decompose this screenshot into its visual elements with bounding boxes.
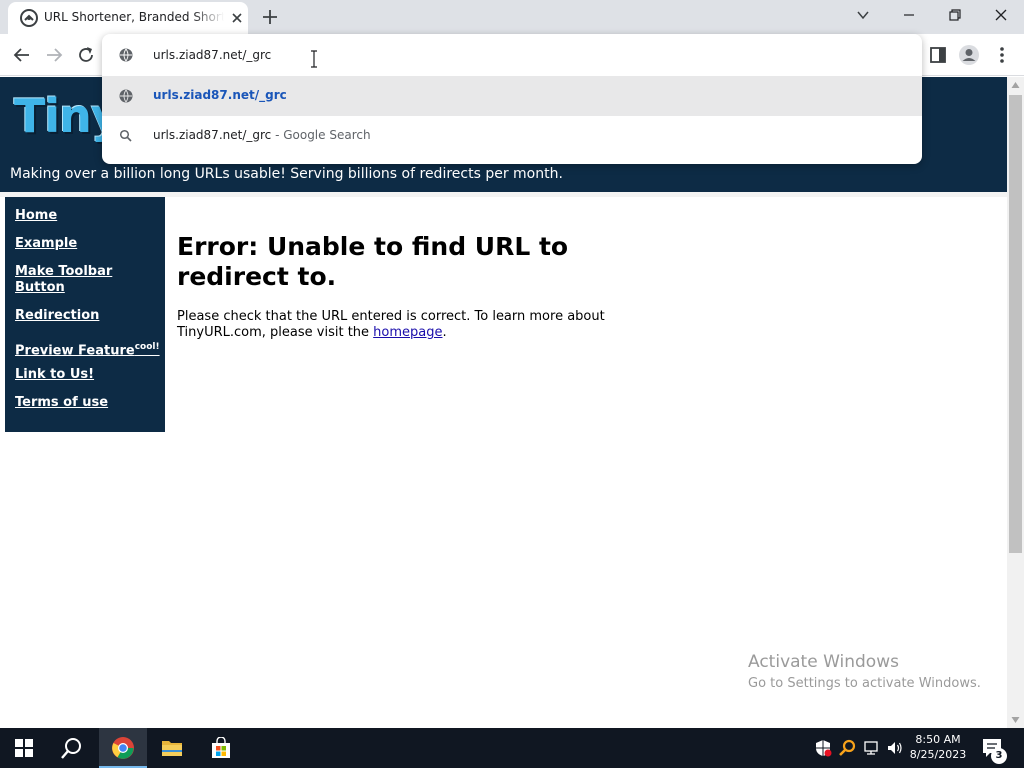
nav-link-home[interactable]: Home [15, 208, 163, 224]
system-clock[interactable]: 8:50 AM 8/25/2023 [905, 732, 971, 762]
clock-date: 8/25/2023 [909, 748, 967, 761]
minimize-window-icon[interactable] [886, 0, 932, 30]
back-arrow-icon[interactable] [11, 44, 33, 66]
suggestion-url[interactable]: urls.ziad87.net/_grc [102, 76, 922, 116]
notification-count-badge: 3 [991, 748, 1007, 764]
nav-link-link-to-us[interactable]: Link to Us! [15, 367, 163, 383]
security-shield-icon[interactable] [814, 739, 832, 757]
scroll-up-arrow-icon[interactable] [1011, 81, 1020, 89]
suggestion-search-subtext: - Google Search [271, 128, 371, 142]
globe-icon [119, 48, 133, 62]
reload-icon[interactable] [75, 44, 97, 66]
watermark-title: Activate Windows [748, 652, 899, 672]
network-icon[interactable] [862, 739, 880, 757]
omnibox-input-row [102, 34, 922, 76]
store-bag-icon [212, 737, 230, 758]
scroll-down-arrow-icon[interactable] [1011, 716, 1020, 724]
nav-link-preview-feature[interactable]: Preview Featurecool! [15, 339, 163, 359]
scrollbar-thumb[interactable] [1009, 95, 1022, 553]
activate-windows-watermark: Activate Windows Go to Settings to activ… [748, 652, 981, 691]
homepage-link[interactable]: homepage [373, 325, 442, 340]
cool-superscript: cool! [134, 342, 160, 352]
globe-icon [119, 89, 133, 103]
error-message: Please check that the URL entered is cor… [177, 309, 617, 341]
nav-link-terms-of-use[interactable]: Terms of use [15, 395, 163, 411]
taskbar-chrome-button[interactable] [99, 728, 147, 768]
chrome-icon [112, 737, 134, 759]
tab-title: URL Shortener, Branded Short Links & Ana… [44, 10, 224, 24]
error-heading: Error: Unable to find URL to redirect to… [177, 232, 569, 291]
windows-logo-icon [15, 739, 33, 757]
windows-start-button[interactable] [0, 728, 48, 768]
clock-time: 8:50 AM [915, 733, 961, 746]
error-message-end: . [442, 325, 447, 340]
watermark-subtitle: Go to Settings to activate Windows. [748, 676, 981, 691]
close-window-icon[interactable] [978, 0, 1024, 30]
side-panel-icon[interactable] [929, 46, 947, 64]
tab-search-chevron-icon[interactable] [840, 0, 886, 30]
tinyurl-favicon-icon [20, 9, 38, 27]
key-search-tray-icon[interactable] [838, 739, 856, 757]
nav-link-make-toolbar-button[interactable]: Make Toolbar Button [15, 264, 163, 296]
search-icon [61, 738, 81, 759]
nav-link-example[interactable]: Example [15, 236, 163, 252]
kebab-menu-icon[interactable] [996, 44, 1008, 66]
address-bar-input[interactable] [153, 46, 753, 64]
tab-close-icon[interactable] [230, 11, 244, 25]
search-icon [119, 129, 132, 142]
text-cursor-icon [311, 50, 317, 68]
suggestion-google-search[interactable]: urls.ziad87.net/_grc - Google Search [102, 116, 922, 156]
vertical-scrollbar[interactable] [1007, 77, 1024, 728]
browser-tab-tinyurl[interactable]: URL Shortener, Branded Short Links & Ana… [8, 2, 248, 34]
nav-link-redirection[interactable]: Redirection [15, 308, 163, 324]
taskbar-store-button[interactable] [197, 728, 245, 768]
suggestion-search-text: urls.ziad87.net/_grc [153, 128, 272, 142]
windows-taskbar: 8:50 AM 8/25/2023 3 [0, 728, 1024, 768]
suggestion-url-text: urls.ziad87.net/_grc [153, 88, 287, 102]
restore-window-icon[interactable] [932, 0, 978, 30]
taskbar-file-explorer-button[interactable] [148, 728, 196, 768]
profile-avatar-icon[interactable] [958, 44, 980, 66]
volume-icon[interactable] [886, 739, 904, 757]
folder-icon [162, 741, 182, 756]
new-tab-plus-icon[interactable] [259, 6, 281, 28]
forward-arrow-icon[interactable] [43, 44, 65, 66]
side-navigation: Home Example Make Toolbar Button Redirec… [5, 197, 165, 432]
site-tagline: Making over a billion long URLs usable! … [10, 166, 563, 182]
tab-strip: URL Shortener, Branded Short Links & Ana… [0, 0, 1024, 34]
page-viewport: TinyU Making over a billion long URLs us… [0, 77, 1007, 728]
nav-link-preview-label: Preview Feature [15, 343, 135, 359]
taskbar-search-button[interactable] [48, 728, 96, 768]
omnibox-dropdown: urls.ziad87.net/_grc urls.ziad87.net/_gr… [102, 34, 922, 164]
